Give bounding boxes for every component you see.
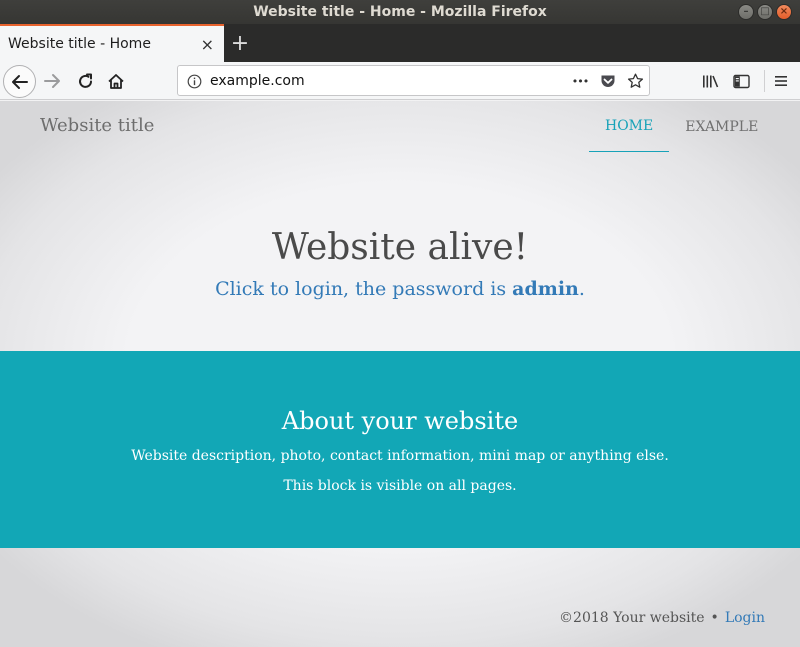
new-tab-button[interactable]: + [224,24,256,62]
about-description: Website description, photo, contact info… [131,448,669,464]
about-section: About your website Website description, … [0,351,800,548]
hero-title: Website alive! [271,227,529,268]
login-hint-link[interactable]: Click to login, the password is admin [215,278,579,300]
window-titlebar: Website title - Home - Mozilla Firefox –… [0,0,800,24]
navigation-toolbar: example.com ••• [0,62,800,100]
about-title: About your website [281,407,519,435]
url-text: example.com [210,73,305,89]
about-visibility-note: This block is visible on all pages. [283,478,517,494]
login-hint-text: Click to login, the password is [215,278,513,300]
maximize-button[interactable]: □ [757,4,773,20]
site-info-button[interactable] [186,73,202,89]
reload-icon [78,73,92,88]
bookmark-star-icon [627,73,643,88]
window-controls: – □ × [738,4,792,20]
footer-login-link[interactable]: Login [725,610,765,626]
site-title[interactable]: Website title [40,115,154,136]
url-bar[interactable]: example.com ••• [177,65,650,96]
minimize-button[interactable]: – [738,4,754,20]
menu-button[interactable] [771,72,791,90]
site-navigation: HOME EXAMPLE [589,101,774,152]
library-button[interactable] [700,72,720,90]
forward-button[interactable] [42,72,62,90]
page-actions-button[interactable]: ••• [570,72,590,90]
sidebar-button[interactable] [731,72,751,90]
menu-icon [775,76,787,86]
login-hint-period: . [578,278,585,300]
footer-separator: • [710,610,719,626]
tab-strip: Website title - Home × + [0,24,800,62]
hero-subtitle: Click to login, the password is admin. [0,278,800,300]
nav-example-link[interactable]: EXAMPLE [669,101,774,152]
sidebar-icon [732,74,750,88]
tab-website-home[interactable]: Website title - Home × [0,24,224,62]
toolbar-separator [764,70,765,92]
info-icon [187,74,201,88]
footer-copyright: ©2018 Your website [559,610,705,626]
back-button[interactable] [3,65,36,98]
close-window-button[interactable]: × [776,4,792,20]
tab-close-button[interactable]: × [201,35,214,54]
library-icon [702,75,718,87]
reload-button[interactable] [75,72,95,90]
footer: ©2018 Your website • Login [559,610,765,626]
forward-icon [44,74,60,88]
back-icon [11,74,28,89]
tab-title: Website title - Home [8,36,151,52]
pocket-icon [601,75,615,87]
pocket-button[interactable] [598,72,618,90]
password-text: admin [512,278,579,300]
window-title: Website title - Home - Mozilla Firefox [253,4,547,20]
web-page: Website title HOME EXAMPLE Website alive… [0,101,800,647]
bookmark-star-button[interactable] [625,72,645,90]
home-icon [108,73,124,89]
nav-home-link[interactable]: HOME [589,101,670,152]
home-button[interactable] [106,72,126,90]
